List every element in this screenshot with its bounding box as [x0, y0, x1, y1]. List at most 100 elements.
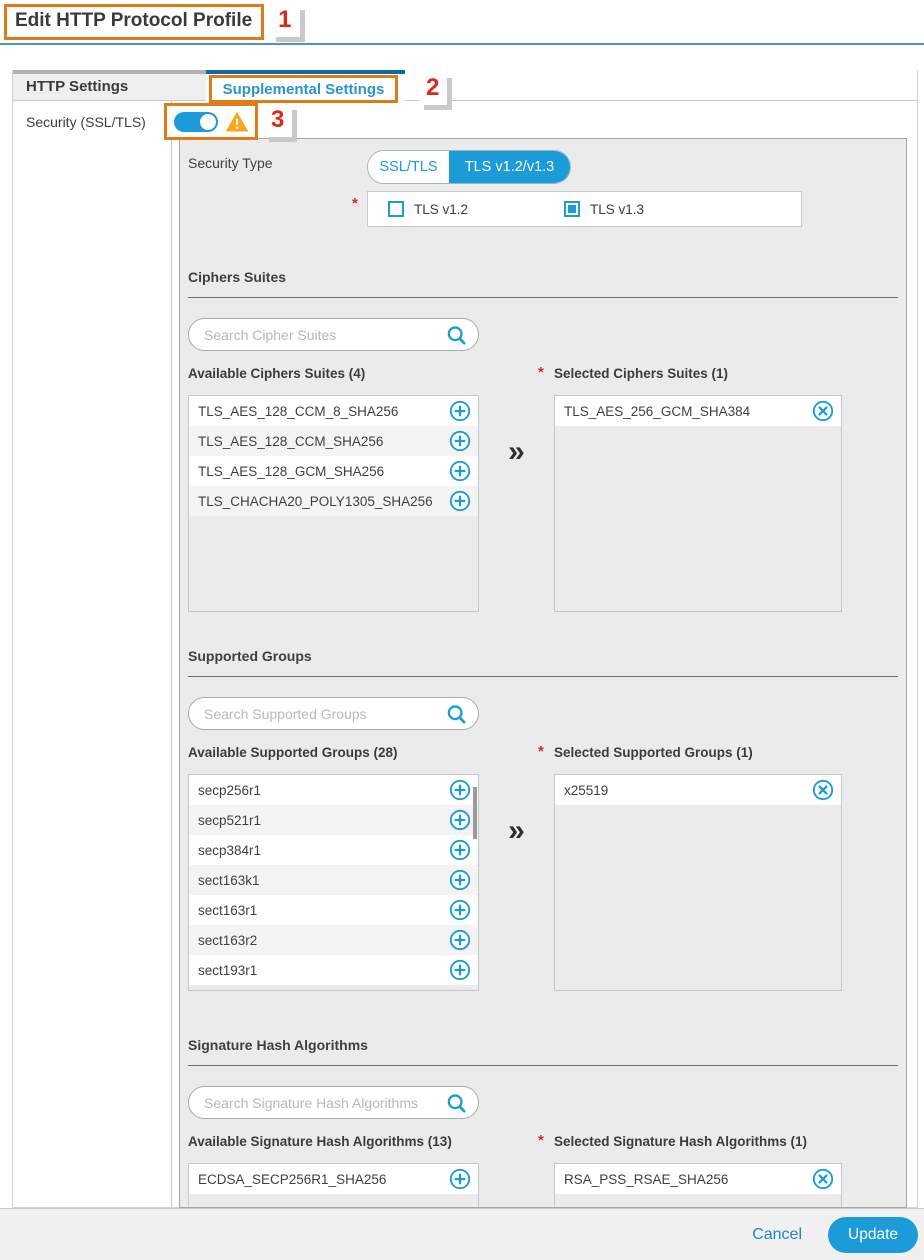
- list-item: x25519: [555, 775, 841, 805]
- list-item-text: RSA_PSS_RSAE_SHA256: [564, 1172, 812, 1187]
- add-icon[interactable]: [449, 430, 471, 452]
- add-icon[interactable]: [449, 899, 471, 921]
- scrollbar-thumb[interactable]: [473, 787, 477, 839]
- security-toggle[interactable]: [174, 112, 218, 132]
- move-all-wrap: »: [479, 395, 554, 612]
- update-button[interactable]: Update: [828, 1217, 918, 1253]
- column-divider: [171, 101, 172, 1207]
- toggle-callout: 3: [164, 103, 292, 140]
- required-marker: *: [352, 195, 358, 212]
- list-item-text: secp256r1: [198, 783, 449, 798]
- segment-tls-v12-v13[interactable]: TLS v1.2/v1.3: [449, 151, 570, 183]
- annotation-number-3: 3: [264, 105, 292, 137]
- security-type-block: Security Type SSL/TLS TLS v1.2/v1.3 * TL…: [180, 139, 906, 239]
- available-list: ECDSA_SECP256R1_SHA256: [188, 1163, 479, 1208]
- search-icon[interactable]: [445, 1092, 468, 1115]
- page: Edit HTTP Protocol Profile 1 HTTP Settin…: [0, 0, 924, 1260]
- toggle-knob: [200, 114, 216, 130]
- checkbox-tls-v13[interactable]: TLS v1.3: [564, 201, 644, 217]
- add-icon[interactable]: [449, 929, 471, 951]
- tls-version-box: TLS v1.2 TLS v1.3: [367, 191, 802, 227]
- annotation-number-2: 2: [419, 73, 447, 105]
- tab-supplemental-settings-label: Supplemental Settings: [223, 81, 385, 98]
- list-item: secp256r1: [189, 775, 478, 805]
- list-item: sect193r1: [189, 955, 478, 985]
- move-all-chevron-icon[interactable]: »: [508, 437, 525, 467]
- add-icon[interactable]: [449, 1168, 471, 1190]
- add-icon[interactable]: [449, 809, 471, 831]
- required-marker: *: [538, 364, 544, 381]
- security-type-label: Security Type: [188, 155, 273, 171]
- move-all-wrap: »: [479, 774, 554, 991]
- page-title: Edit HTTP Protocol Profile: [7, 7, 261, 37]
- lists-row: secp256r1secp521r1secp384r1sect163k1sect…: [188, 774, 906, 991]
- add-icon[interactable]: [449, 779, 471, 801]
- supplemental-settings-content: Security Type SSL/TLS TLS v1.2/v1.3 * TL…: [179, 138, 907, 1208]
- annotation-box-2: Supplemental Settings: [209, 75, 398, 103]
- search-icon[interactable]: [445, 703, 468, 726]
- list-labels-row: Available Supported Groups (28)*Selected…: [188, 745, 906, 760]
- available-list: secp256r1secp521r1secp384r1sect163k1sect…: [188, 774, 479, 991]
- list-item-text: TLS_AES_128_CCM_SHA256: [198, 434, 449, 449]
- sections: Ciphers SuitesAvailable Ciphers Suites (…: [180, 269, 906, 1208]
- list-item: ECDSA_SECP256R1_SHA256: [189, 1164, 478, 1194]
- list-item: secp521r1: [189, 805, 478, 835]
- list-item-text: sect163r2: [198, 933, 449, 948]
- tab-bar: HTTP Settings Supplemental Settings 2: [13, 70, 917, 101]
- section-0: Ciphers SuitesAvailable Ciphers Suites (…: [180, 269, 906, 612]
- available-label: Available Signature Hash Algorithms (13): [188, 1134, 479, 1149]
- annotation-box-3: [164, 103, 258, 140]
- title-underline: [0, 43, 924, 45]
- list-item: TLS_AES_256_GCM_SHA384: [555, 396, 841, 426]
- checkbox-tls-v13-box[interactable]: [564, 201, 580, 217]
- section-2: Signature Hash Algorithms Available Signa…: [180, 1037, 906, 1208]
- tab-http-settings[interactable]: HTTP Settings: [13, 70, 206, 100]
- remove-icon[interactable]: [812, 1168, 834, 1190]
- search-input[interactable]: [189, 319, 478, 350]
- search-box: [188, 1086, 479, 1119]
- search-input[interactable]: [189, 698, 478, 729]
- search-icon[interactable]: [445, 324, 468, 347]
- list-item: TLS_AES_128_CCM_SHA256: [189, 426, 478, 456]
- tab-supplemental-settings[interactable]: Supplemental Settings: [206, 70, 405, 102]
- remove-icon[interactable]: [812, 400, 834, 422]
- list-item: secp384r1: [189, 835, 478, 865]
- security-ssl-tls-label: Security (SSL/TLS): [26, 114, 146, 130]
- search-box: [188, 697, 479, 730]
- add-icon[interactable]: [449, 839, 471, 861]
- add-icon[interactable]: [449, 869, 471, 891]
- search-input[interactable]: [189, 1087, 478, 1118]
- selected-label: *Selected Supported Groups (1): [554, 745, 842, 760]
- checkbox-tls-v12[interactable]: TLS v1.2: [388, 201, 468, 217]
- checkbox-tls-v12-box[interactable]: [388, 201, 404, 217]
- add-icon[interactable]: [449, 959, 471, 981]
- list-item: RSA_PSS_RSAE_SHA256: [555, 1164, 841, 1194]
- list-item-text: TLS_AES_128_GCM_SHA256: [198, 464, 449, 479]
- selected-label-text: Selected Supported Groups (1): [554, 745, 753, 760]
- add-icon[interactable]: [449, 400, 471, 422]
- move-all-wrap: »: [479, 1163, 554, 1208]
- move-all-chevron-icon[interactable]: »: [508, 816, 525, 846]
- list-item: TLS_CHACHA20_POLY1305_SHA256: [189, 486, 478, 516]
- list-item-text: secp384r1: [198, 843, 449, 858]
- selected-label-text: Selected Ciphers Suites (1): [554, 366, 728, 381]
- required-marker: *: [538, 743, 544, 760]
- selected-label: *Selected Signature Hash Algorithms (1): [554, 1134, 842, 1149]
- section-1: Supported GroupsAvailable Supported Grou…: [180, 648, 906, 991]
- list-item-text: TLS_AES_256_GCM_SHA384: [564, 404, 812, 419]
- checkbox-tls-v13-label: TLS v1.3: [590, 202, 644, 217]
- remove-icon[interactable]: [812, 779, 834, 801]
- search-box: [188, 318, 479, 351]
- list-item: sect163r1: [189, 895, 478, 925]
- add-icon[interactable]: [449, 460, 471, 482]
- add-icon[interactable]: [449, 490, 471, 512]
- title-callout: Edit HTTP Protocol Profile 1: [4, 4, 300, 40]
- segment-ssl-tls[interactable]: SSL/TLS: [368, 151, 449, 183]
- cancel-button[interactable]: Cancel: [752, 1226, 802, 1244]
- section-divider: [188, 1065, 898, 1066]
- list-labels-row: Available Ciphers Suites (4)*Selected Ci…: [188, 366, 906, 381]
- selected-list: TLS_AES_256_GCM_SHA384: [554, 395, 842, 612]
- section-title: Signature Hash Algorithms: [188, 1037, 906, 1053]
- list-item-text: secp521r1: [198, 813, 449, 828]
- list-item: TLS_AES_128_CCM_8_SHA256: [189, 396, 478, 426]
